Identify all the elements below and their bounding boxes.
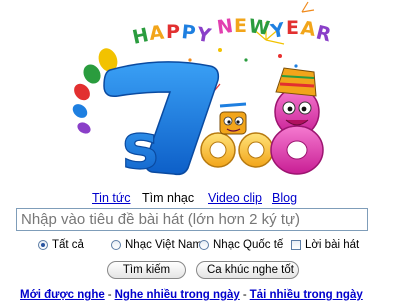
svg-text:N: N: [216, 15, 235, 39]
banner-letters: H A P P Y N E W Y E A R: [130, 15, 333, 49]
option-all[interactable]: Tất cả: [38, 239, 84, 251]
logo-graphic: H A P P Y N E W Y E A R s: [72, 1, 334, 178]
radio-vietnam-music[interactable]: [111, 240, 121, 250]
tab-news[interactable]: Tin tức: [92, 191, 130, 205]
option-lyrics[interactable]: Lời bài hát: [291, 239, 359, 251]
mascot: [219, 102, 247, 135]
pink-eight: [270, 67, 324, 175]
search-button[interactable]: Tìm kiếm: [107, 261, 186, 279]
separator: -: [242, 289, 247, 301]
option-vietnam-music[interactable]: Nhạc Việt Nam: [111, 239, 202, 251]
svg-text:H: H: [130, 24, 150, 49]
radio-international-music[interactable]: [199, 240, 209, 250]
svg-text:P: P: [166, 21, 180, 43]
bottom-links: Mới được nghe - Nghe nhiều trong ngày - Tải …: [20, 289, 363, 301]
option-international-music[interactable]: Nhạc Quốc tế: [199, 239, 283, 251]
zeros: [200, 132, 274, 168]
separator: -: [107, 289, 112, 301]
svg-text:P: P: [180, 21, 196, 44]
tab-music[interactable]: Tìm nhạc: [142, 191, 194, 205]
svg-text:A: A: [148, 22, 165, 45]
option-vietnam-music-label: Nhạc Việt Nam: [125, 239, 203, 251]
link-most-downloaded-today[interactable]: Tải nhiều trong ngày: [250, 289, 363, 301]
search-input[interactable]: [16, 208, 368, 231]
link-most-played-today[interactable]: Nghe nhiều trong ngày: [115, 289, 240, 301]
tab-blog[interactable]: Blog: [272, 191, 297, 205]
new-year-logo[interactable]: H A P P Y N E W Y E A R s: [70, 0, 340, 178]
option-international-music-label: Nhạc Quốc tế: [213, 239, 284, 251]
search-options: Tất cả Nhạc Việt Nam Nhạc Quốc tế Lời bà…: [0, 239, 405, 255]
svg-text:Y: Y: [268, 19, 287, 43]
link-recently-played[interactable]: Mới được nghe: [20, 289, 105, 301]
category-tabs: Tin tức Tìm nhạc Video clip Blog: [0, 191, 405, 209]
option-all-label: Tất cả: [52, 239, 84, 251]
search-page: H A P P Y N E W Y E A R s Tin tức Tìm nh…: [0, 0, 405, 305]
svg-text:Y: Y: [194, 23, 213, 47]
top-songs-button[interactable]: Ca khúc nghe tốt: [196, 261, 299, 279]
option-lyrics-label: Lời bài hát: [305, 239, 360, 251]
checkbox-lyrics[interactable]: [291, 240, 301, 250]
svg-text:E: E: [234, 15, 247, 37]
tab-video-clip[interactable]: Video clip: [208, 191, 262, 205]
svg-text:E: E: [286, 17, 299, 39]
radio-all[interactable]: [38, 240, 48, 250]
svg-text:W: W: [247, 15, 271, 40]
svg-text:R: R: [314, 22, 334, 47]
svg-text:s: s: [122, 110, 159, 178]
